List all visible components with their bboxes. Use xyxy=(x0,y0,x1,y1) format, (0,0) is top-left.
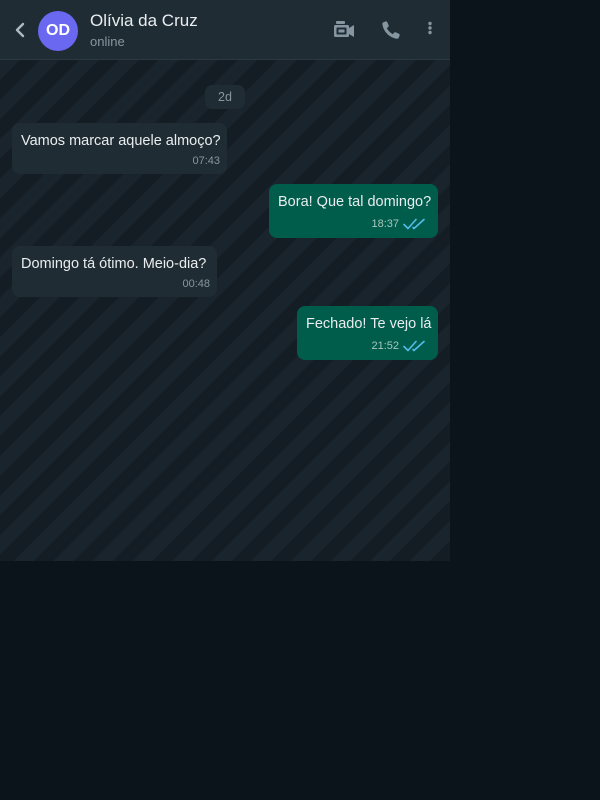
message-incoming[interactable]: Vamos marcar aquele almoço? 07:43 xyxy=(12,123,227,174)
avatar[interactable]: OD xyxy=(38,11,78,51)
double-check-icon xyxy=(403,339,431,353)
date-separator: 2d xyxy=(205,85,245,109)
message-meta: 07:43 xyxy=(192,155,220,167)
message-list[interactable]: 2d Vamos marcar aquele almoço? 07:43 Bor… xyxy=(0,60,450,561)
message-incoming[interactable]: Domingo tá ótimo. Meio-dia? 00:48 xyxy=(12,246,217,297)
chat-header: OD Olívia da Cruz online xyxy=(0,0,450,60)
voice-call-button[interactable] xyxy=(379,18,403,42)
message-time: 18:37 xyxy=(371,218,399,230)
more-vertical-icon xyxy=(428,21,432,35)
message-outgoing[interactable]: Bora! Que tal domingo? 18:37 xyxy=(269,184,438,238)
more-options-button[interactable] xyxy=(418,18,442,42)
message-meta: 21:52 xyxy=(371,339,431,353)
message-time: 00:48 xyxy=(182,278,210,290)
message-meta: 00:48 xyxy=(182,278,210,290)
chevron-left-icon xyxy=(15,22,25,38)
video-call-button[interactable] xyxy=(332,18,356,42)
message-text: Bora! Que tal domingo? xyxy=(278,194,432,210)
message-meta: 18:37 xyxy=(371,217,431,231)
message-outgoing[interactable]: Fechado! Te vejo lá 21:52 xyxy=(297,306,438,360)
contact-status: online xyxy=(90,34,125,49)
back-button[interactable] xyxy=(8,16,32,44)
message-text: Vamos marcar aquele almoço? xyxy=(21,133,221,149)
message-text: Domingo tá ótimo. Meio-dia? xyxy=(21,256,207,272)
phone-icon xyxy=(382,21,400,39)
message-text: Fechado! Te vejo lá xyxy=(306,316,432,332)
chat-window: OD Olívia da Cruz online 2d Vamos marcar… xyxy=(0,0,450,561)
double-check-icon xyxy=(403,217,431,231)
video-camera-icon xyxy=(334,21,354,37)
message-time: 07:43 xyxy=(192,155,220,167)
contact-name[interactable]: Olívia da Cruz xyxy=(90,11,198,31)
message-time: 21:52 xyxy=(371,340,399,352)
